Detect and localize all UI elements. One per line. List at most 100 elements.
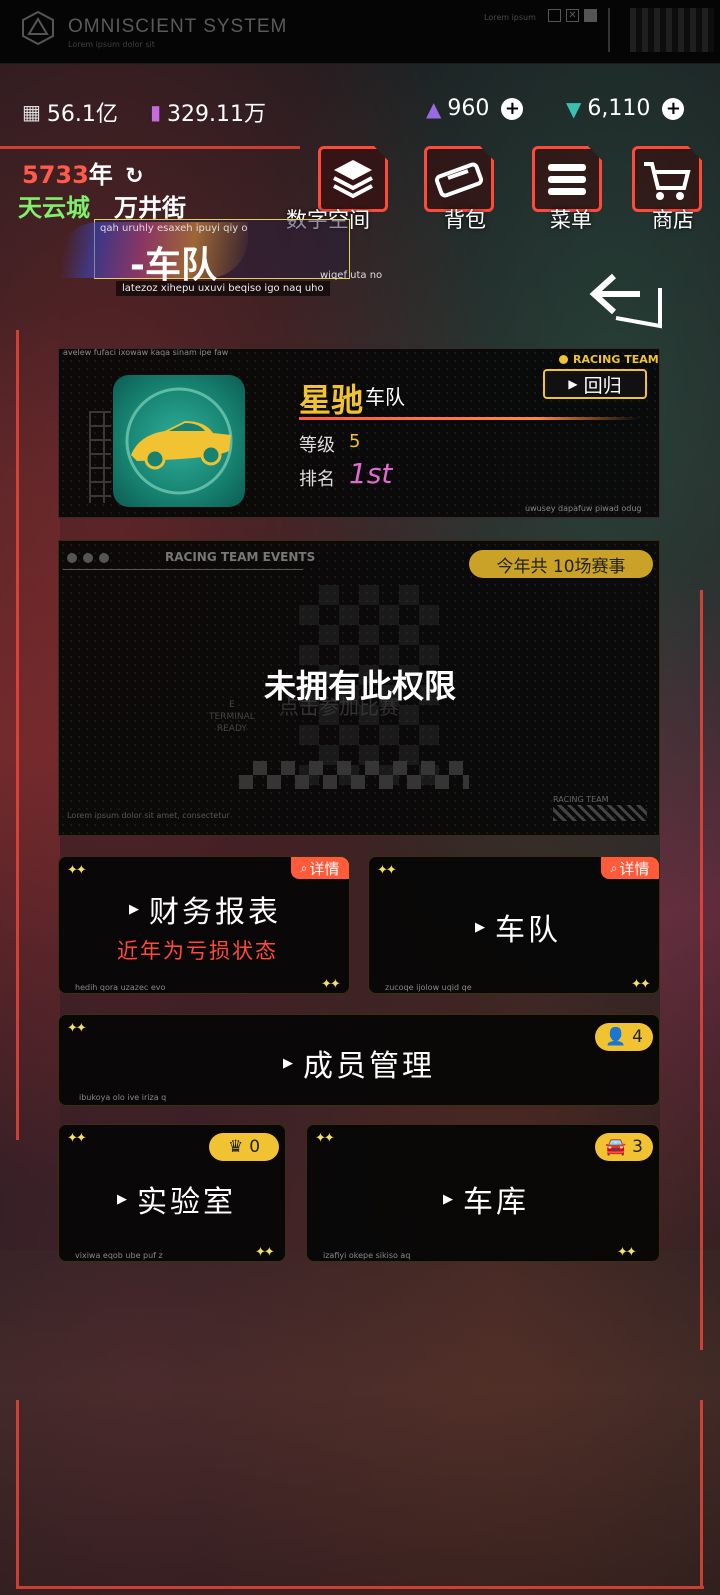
team-detail-button[interactable]: ⌕ 详情 <box>601 857 659 879</box>
finance-detail-label: 详情 <box>309 859 340 878</box>
add-energy-button[interactable]: + <box>501 97 524 120</box>
magnifier-icon: ⌕ <box>300 860 308 875</box>
shop-button[interactable] <box>632 146 702 212</box>
play-triangle-icon: ▶ <box>475 919 485 935</box>
system-top-label: Lorem ipsum <box>484 13 536 22</box>
frame-line-bottom <box>16 1586 704 1589</box>
member-count-badge: 👤 4 <box>595 1023 653 1051</box>
bg-neon-left <box>0 300 60 1200</box>
city-name: 天云城 <box>18 194 90 222</box>
menu-button[interactable] <box>532 146 602 212</box>
window-dot-icon <box>67 553 77 563</box>
return-button[interactable]: ▶ 回归 <box>543 369 647 399</box>
rank-value: 1st <box>349 457 393 490</box>
laboratory-card[interactable]: ✦✦ ♛ 0 ▶ 实验室 vixiwa eqob ube puf z ✦✦ <box>58 1124 286 1262</box>
events-corner-label: RACING TEAM <box>553 795 609 804</box>
backpack-button[interactable] <box>424 146 494 212</box>
frame-line-top <box>0 146 300 149</box>
rank-label: 排名 <box>299 469 335 490</box>
locked-message: 未拥有此权限 <box>263 667 456 705</box>
lab-label: ▶ 实验室 <box>117 1177 236 1221</box>
diamond-icon: ▼ <box>566 96 582 121</box>
lab-lorem: vixiwa eqob ube puf z <box>75 1251 163 1260</box>
lab-count-badge: ♛ 0 <box>209 1133 279 1161</box>
diamonds-value: 6,110 <box>587 96 651 121</box>
resource-diamonds: ▼ 6,110 + <box>566 96 685 121</box>
coins-value: 56.1亿 <box>46 102 118 127</box>
system-bar: OMNISCIENT SYSTEM Lorem ipsum dolor sit … <box>0 0 720 64</box>
frame-line-right <box>700 590 703 1350</box>
team-card-top-text: avelew fufaci ixowaw kaqa sinam ipe faw <box>63 348 229 357</box>
racing-team-dot <box>559 355 568 364</box>
resource-gems: ▮ 329.11万 <box>150 96 266 128</box>
current-year: 5733年 ↻ <box>22 155 144 190</box>
banner-sub-text: latezoz xihepu uxuvi beqiso igo naq uho <box>116 281 330 296</box>
member-management-card[interactable]: ✦✦ 👤 4 ▶ 成员管理 ibukoya olo ive iriza q <box>58 1014 660 1106</box>
play-triangle-icon: ▶ <box>568 377 578 391</box>
window-close-icon[interactable]: ✕ <box>566 9 579 22</box>
team-card[interactable]: ✦✦ ⌕ 详情 ▶ 车队 zucoqe ijolow uqid qe ✦✦ <box>368 856 660 994</box>
game-screen: OMNISCIENT SYSTEM Lorem ipsum dolor sit … <box>0 0 720 1595</box>
banner-right-text: wiqef uta no <box>320 270 383 281</box>
window-dot-icon <box>99 553 109 563</box>
sparkle-icon: ✦✦ <box>631 977 651 992</box>
digital-space-button[interactable] <box>318 146 388 212</box>
year-unit: 年 <box>88 161 113 189</box>
refresh-icon[interactable]: ↻ <box>125 164 143 189</box>
menu-label: 菜单 <box>550 208 592 232</box>
frame-line-bottom-left <box>16 1400 19 1586</box>
finance-detail-button[interactable]: ⌕ 详情 <box>291 857 349 879</box>
events-count-badge: 今年共 10场赛事 <box>469 550 653 578</box>
sparkle-icon: ✦✦ <box>617 1245 637 1260</box>
street-name: 万井街 <box>114 194 186 222</box>
members-label-text: 成员管理 <box>303 1049 435 1084</box>
team-menu-label: ▶ 车队 <box>475 905 561 949</box>
garage-label-text: 车库 <box>463 1185 529 1220</box>
system-logo-icon <box>22 10 54 46</box>
team-name-suffix: 车队 <box>365 385 405 409</box>
sparkle-icon: ✦✦ <box>255 1245 275 1260</box>
add-diamonds-button[interactable]: + <box>662 97 685 120</box>
member-count: 4 <box>632 1027 643 1047</box>
events-corner-stripes <box>553 805 647 821</box>
bg-neon-right <box>660 560 720 1260</box>
team-label-text: 车队 <box>495 913 561 948</box>
finance-warning: 近年为亏损状态 <box>117 939 278 963</box>
play-triangle-icon: ▶ <box>443 1191 453 1207</box>
backpack-icon <box>434 162 484 198</box>
menu-list-icon <box>548 164 586 195</box>
finance-label-text: 财务报表 <box>149 895 281 930</box>
team-grid-decor <box>89 411 111 503</box>
lab-label-text: 实验室 <box>137 1185 236 1220</box>
year-number: 5733 <box>22 161 89 189</box>
back-arrow-icon[interactable] <box>588 268 672 332</box>
energy-value: 960 <box>447 96 490 121</box>
finance-lorem: hedih qora uzazec evo <box>75 983 166 992</box>
system-subtitle: Lorem ipsum dolor sit <box>68 40 155 49</box>
window-maximize-icon[interactable] <box>584 9 597 22</box>
layers-icon <box>333 160 373 199</box>
car-icon: 🚘 <box>605 1137 627 1157</box>
garage-card[interactable]: ✦✦ 🚘 3 ▶ 车库 izafiyi okepe sikiso aq ✦✦ <box>306 1124 660 1262</box>
frame-line-bottom-right <box>700 1400 703 1586</box>
window-minimize-icon[interactable] <box>548 9 561 22</box>
frame-line-left <box>16 330 19 1140</box>
events-title: RACING TEAM EVENTS <box>165 550 316 564</box>
banner-top-text: qah uruhly esaxeh ipuyi qiy o <box>100 223 248 234</box>
play-triangle-icon: ▶ <box>283 1055 293 1071</box>
sparkle-icon: ✦✦ <box>315 1131 335 1146</box>
bg-street <box>0 1250 720 1595</box>
sparkle-icon: ✦✦ <box>377 863 397 878</box>
shop-label: 商店 <box>652 208 694 232</box>
sparkle-icon: ✦✦ <box>67 863 87 878</box>
shopping-cart-icon <box>644 162 691 200</box>
return-label: 回归 <box>583 374 622 397</box>
team-card-bottom-text: uwusey dapafuw piwad odug <box>525 504 642 513</box>
person-icon: 👤 <box>605 1027 627 1047</box>
finance-report-card[interactable]: ✦✦ ⌕ 详情 ▶ 财务报表 近年为亏损状态 hedih qora uzazec… <box>58 856 350 994</box>
system-status-panel <box>630 8 714 52</box>
system-divider <box>608 8 610 52</box>
sparkle-icon: ✦✦ <box>67 1021 87 1036</box>
members-lorem: ibukoya olo ive iriza q <box>79 1093 167 1102</box>
racing-events-card: RACING TEAM EVENTS 今年共 10场赛事 E TERMINAL RE… <box>58 540 660 836</box>
